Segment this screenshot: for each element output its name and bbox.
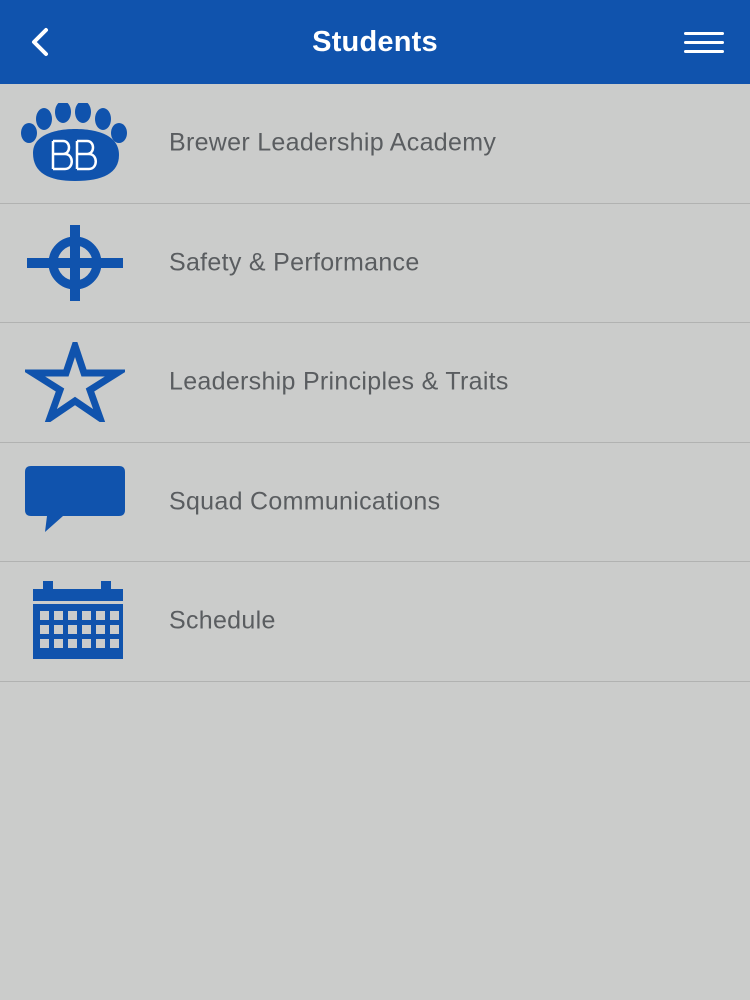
chevron-left-icon xyxy=(32,28,48,56)
list-item-label: Schedule xyxy=(169,606,276,635)
speech-bubble-icon xyxy=(18,460,132,544)
menu-list: Brewer Leadership Academy Safety & Perfo… xyxy=(0,84,750,682)
list-item-squad-communications[interactable]: Squad Communications xyxy=(0,443,750,562)
menu-button[interactable] xyxy=(684,28,726,58)
list-item-schedule[interactable]: Schedule xyxy=(0,562,750,682)
list-item-label: Safety & Performance xyxy=(169,248,420,277)
list-item-safety-performance[interactable]: Safety & Performance xyxy=(0,204,750,323)
list-item-label: Squad Communications xyxy=(169,487,441,516)
page-title: Students xyxy=(312,25,438,58)
crosshair-icon xyxy=(18,221,132,305)
hamburger-menu-icon xyxy=(684,32,724,53)
students-screen: Students Brewer Leadership Academy Safet… xyxy=(0,0,750,1000)
top-bar: Students xyxy=(0,0,750,84)
star-icon xyxy=(18,340,132,424)
list-item-brewer-leadership-academy[interactable]: Brewer Leadership Academy xyxy=(0,84,750,204)
back-button[interactable] xyxy=(22,22,58,62)
list-item-label: Leadership Principles & Traits xyxy=(169,367,509,396)
list-item-label: Brewer Leadership Academy xyxy=(169,128,497,157)
calendar-icon xyxy=(18,579,132,663)
bear-paw-logo-icon xyxy=(18,101,132,185)
list-item-leadership-principles[interactable]: Leadership Principles & Traits xyxy=(0,323,750,443)
